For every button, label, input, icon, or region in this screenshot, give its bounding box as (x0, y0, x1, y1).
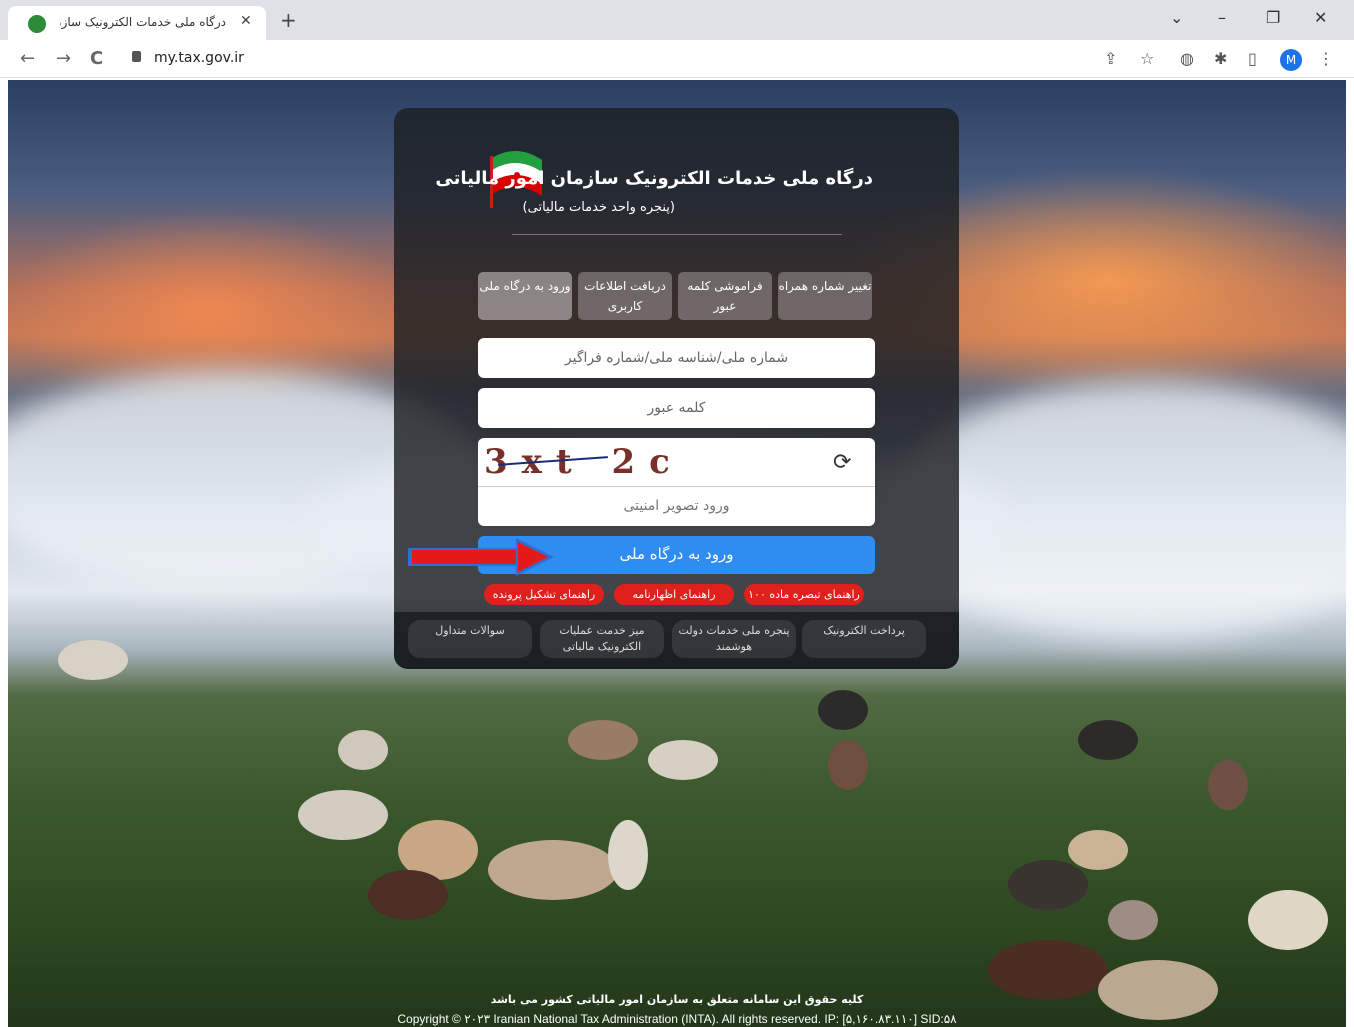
lock-icon (132, 51, 141, 62)
url-field[interactable]: my.tax.gov.ir (118, 46, 1078, 72)
profile-avatar[interactable]: M (1280, 49, 1302, 71)
help-link-article-100[interactable]: راهنمای تبصره ماده ۱۰۰ (744, 584, 864, 605)
tab-forgot-password[interactable]: فراموشی کلمه عبور (678, 272, 772, 320)
reload-button[interactable]: C (90, 48, 103, 69)
browser-menu-icon[interactable]: ⋮ (1318, 49, 1334, 68)
restore-button[interactable]: ❐ (1266, 8, 1280, 27)
extension-icon[interactable]: ◍ (1180, 49, 1194, 68)
close-window-button[interactable]: ✕ (1314, 8, 1327, 27)
help-links: راهنمای تبصره ماده ۱۰۰ راهنمای اظهارنامه… (478, 584, 878, 606)
bookmark-star-icon[interactable]: ☆ (1140, 49, 1154, 68)
title-divider (512, 234, 842, 235)
minimize-button[interactable]: – (1218, 8, 1226, 27)
tab-change-mobile[interactable]: تغییر شماره همراه (778, 272, 872, 320)
rights-notice: کلیه حقوق این سامانه متعلق به سازمان امو… (490, 993, 864, 1006)
card-footer-links: پرداخت الکترونیک پنجره ملی خدمات دولت هو… (394, 612, 959, 669)
site-favicon-icon (28, 15, 46, 33)
share-icon[interactable]: ⇪ (1104, 49, 1117, 68)
puzzle-extensions-icon[interactable]: ✱ (1214, 49, 1227, 68)
tab-national-login[interactable]: ورود به درگاه ملی (478, 272, 572, 320)
copyright-text: Copyright © ۲۰۲۳ Iranian National Tax Ad… (397, 1012, 957, 1026)
footer-link-e-payment[interactable]: پرداخت الکترونیک (802, 620, 926, 658)
captcha-input[interactable] (478, 488, 875, 524)
footer-link-smart-gov-window[interactable]: پنجره ملی خدمات دولت هوشمند (672, 620, 796, 658)
portal-title: درگاه ملی خدمات الکترونیک سازمان امور ما… (435, 168, 873, 189)
red-arrow-annotation-icon (408, 538, 554, 576)
portal-subtitle: (پنجره واحد خدمات مالیاتی) (522, 200, 675, 215)
help-link-file-creation[interactable]: راهنمای تشکیل پرونده (484, 584, 604, 605)
url-text: my.tax.gov.ir (154, 50, 244, 66)
browser-tab[interactable]: درگاه ملی خدمات الکترونیک سازمان امور ما… (8, 6, 266, 40)
captcha-divider (478, 486, 875, 487)
tab-search-icon[interactable]: ⌄ (1170, 8, 1183, 27)
side-panel-icon[interactable]: ▯ (1248, 49, 1257, 68)
new-tab-button[interactable]: + (280, 8, 297, 32)
national-id-input[interactable] (478, 338, 875, 378)
login-card: درگاه ملی خدمات الکترونیک سازمان امور ما… (394, 108, 959, 669)
tab-close-icon[interactable]: ✕ (240, 13, 252, 29)
address-bar: ← → C my.tax.gov.ir ⇪ ☆ ◍ ✱ ▯ M ⋮ (0, 40, 1354, 78)
browser-tabstrip: درگاه ملی خدمات الکترونیک سازمان امور ما… (0, 0, 1354, 40)
password-input[interactable] (478, 388, 875, 428)
back-button[interactable]: ← (20, 48, 35, 69)
captcha-box: 3xt 2c ⟳ (478, 438, 875, 526)
login-tabs: ورود به درگاه ملی دریافت اطلاعات کاربری … (478, 272, 874, 320)
refresh-captcha-icon[interactable]: ⟳ (833, 450, 851, 475)
help-link-tax-return[interactable]: راهنمای اظهارنامه (614, 584, 734, 605)
tab-title: درگاه ملی خدمات الکترونیک سازمان امور ما… (60, 15, 226, 29)
footer-link-faq[interactable]: سوالات متداول (408, 620, 532, 658)
footer-link-service-desk[interactable]: میز خدمت عملیات الکترونیک مالیاتی (540, 620, 664, 658)
tab-get-user-info[interactable]: دریافت اطلاعات کاربری (578, 272, 672, 320)
forward-button[interactable]: → (56, 48, 71, 69)
